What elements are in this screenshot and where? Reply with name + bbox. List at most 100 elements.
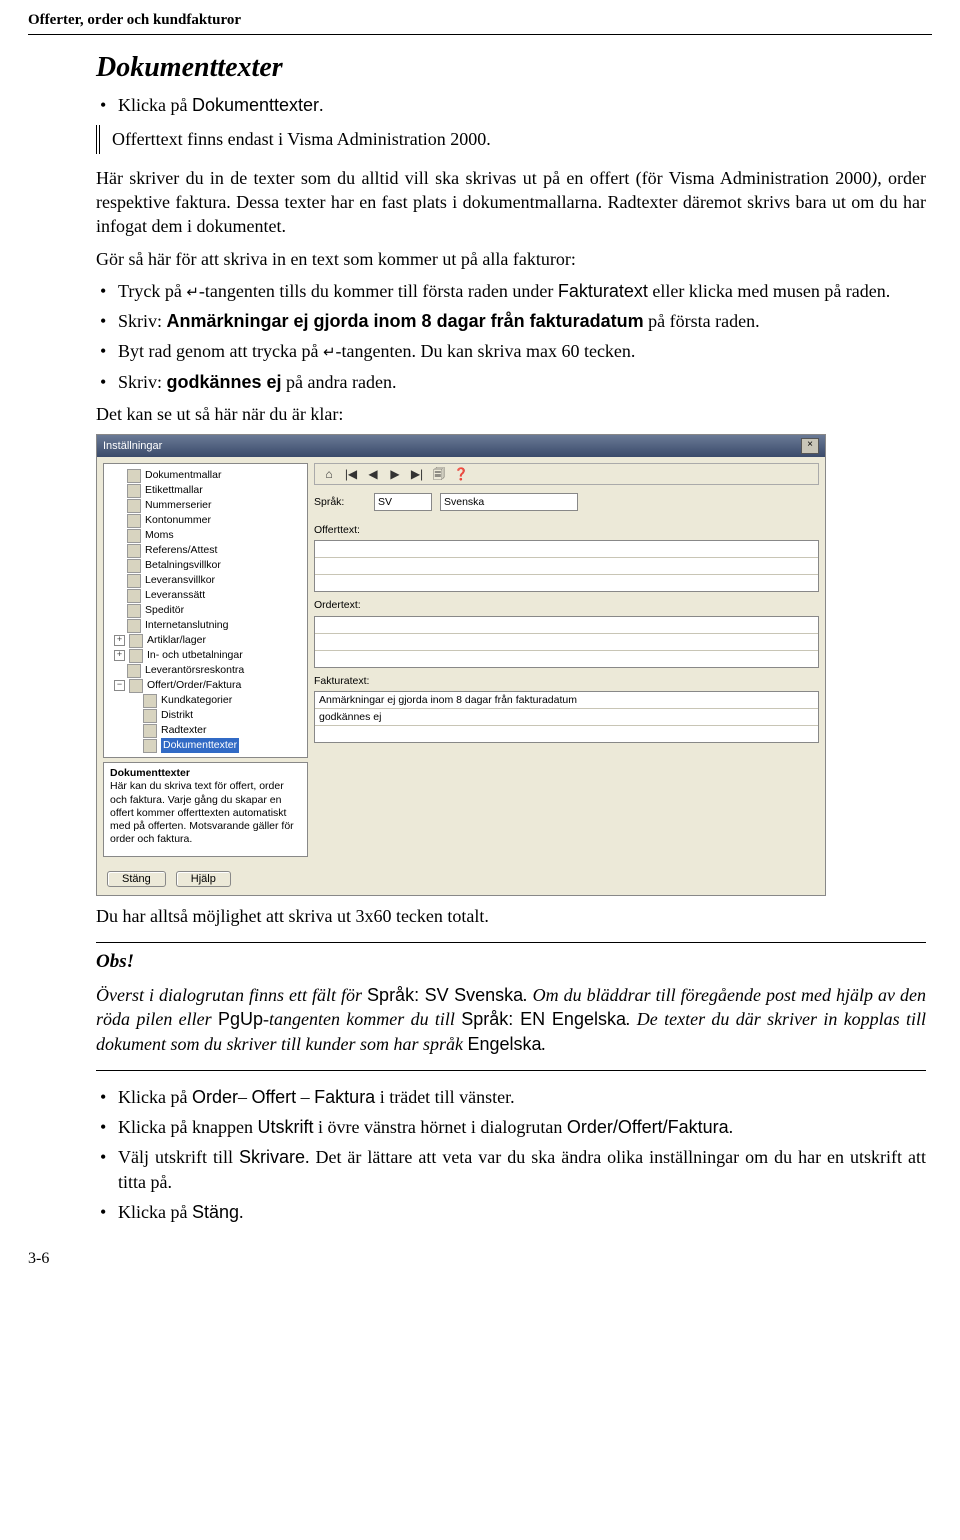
folder-icon <box>129 634 143 648</box>
prev-record-icon[interactable]: ◀ <box>365 467 381 481</box>
fakturatext-row[interactable] <box>315 726 818 742</box>
tree-item[interactable]: −Offert/Order/Faktura <box>108 678 303 693</box>
tree-item[interactable]: Distrikt <box>124 708 303 723</box>
text: Klicka på <box>118 1202 192 1222</box>
fakturatext-row[interactable]: Anmärkningar ej gjorda inom 8 dagar från… <box>315 692 818 709</box>
tree-item[interactable]: Internetanslutning <box>108 618 303 633</box>
help-button[interactable]: Hjälp <box>176 871 231 887</box>
enter-key-icon: ↵ <box>323 344 336 361</box>
language-code-field[interactable]: SV <box>374 493 432 511</box>
page-number: 3-6 <box>28 1248 932 1270</box>
text: i trädet till vänster. <box>375 1087 514 1107</box>
ordertext-field[interactable] <box>314 616 819 668</box>
tree-item[interactable]: Moms <box>108 528 303 543</box>
close-icon[interactable]: × <box>801 438 819 454</box>
ui-text: Språk: SV Svenska <box>367 985 523 1005</box>
ordertext-label: Ordertext: <box>314 598 819 612</box>
ui-text: Skrivare <box>239 1147 305 1167</box>
language-row: Språk: SV Svenska <box>314 493 819 511</box>
tree-item[interactable]: Kundkategorier <box>124 693 303 708</box>
folder-icon <box>127 469 141 483</box>
offerttext-field[interactable] <box>314 540 819 592</box>
folder-icon <box>127 574 141 588</box>
ui-text: Engelska <box>467 1034 541 1054</box>
fakturatext-row[interactable]: godkännes ej <box>315 709 818 726</box>
toolbar: ⌂ |◀ ◀ ▶ ▶| 🗐 ❓ <box>314 463 819 485</box>
callout-text: Offerttext finns endast i Visma Administ… <box>112 129 491 149</box>
ui-text: Order <box>192 1087 238 1107</box>
folder-icon <box>143 694 157 708</box>
obs-paragraph: Överst i dialogrutan finns ett fält för … <box>96 983 926 1056</box>
folder-icon <box>127 619 141 633</box>
obs-heading: Obs! <box>96 949 926 975</box>
tree-item[interactable]: Leveranssätt <box>108 588 303 603</box>
last-record-icon[interactable]: ▶| <box>409 467 425 481</box>
user-input-text: godkännes ej <box>167 372 282 392</box>
tree-item[interactable]: Betalningsvillkor <box>108 558 303 573</box>
language-name-field[interactable]: Svenska <box>440 493 578 511</box>
folder-icon <box>127 559 141 573</box>
step-select-skrivare: Välj utskrift till Skrivare. Det är lätt… <box>96 1145 926 1194</box>
step-new-line: Byt rad genom att trycka på ↵-tangenten.… <box>96 339 926 363</box>
text: . <box>729 1117 734 1137</box>
step-click-stang: Klicka på Stäng. <box>96 1200 926 1224</box>
expand-toggle[interactable]: + <box>114 650 125 661</box>
text: Här skriver du in de texter som du allti… <box>96 168 871 188</box>
help-icon[interactable]: ❓ <box>453 467 469 481</box>
paragraph-total: Du har alltså möjlighet att skriva ut 3x… <box>96 904 926 928</box>
tree-item[interactable]: Leveransvillkor <box>108 573 303 588</box>
step-press-enter: Tryck på ↵-tangenten tills du kommer til… <box>96 279 926 303</box>
expand-toggle[interactable]: + <box>114 635 125 646</box>
text: Överst i dialogrutan finns ett fält för <box>96 985 367 1005</box>
tree-item[interactable]: +Artiklar/lager <box>108 633 303 648</box>
home-icon[interactable]: ⌂ <box>321 467 337 481</box>
copy-icon[interactable]: 🗐 <box>431 467 447 481</box>
section-title: Dokumenttexter <box>96 49 926 87</box>
menu-name: Dokumenttexter <box>192 95 319 115</box>
folder-icon <box>127 484 141 498</box>
tree-item[interactable]: Speditör <box>108 603 303 618</box>
tree-item[interactable]: Radtexter <box>124 723 303 738</box>
fakturatext-field[interactable]: Anmärkningar ej gjorda inom 8 dagar från… <box>314 691 819 743</box>
next-record-icon[interactable]: ▶ <box>387 467 403 481</box>
tree-item-selected[interactable]: Dokumenttexter <box>124 738 303 753</box>
tree-view[interactable]: Dokumentmallar Etikettmallar Nummerserie… <box>103 463 308 758</box>
offerttext-label: Offerttext: <box>314 523 819 537</box>
dialog-title: Inställningar <box>103 439 162 454</box>
paragraph-howto: Gör så här för att skriva in en text som… <box>96 247 926 271</box>
collapse-toggle[interactable]: − <box>114 680 125 691</box>
running-header: Offerter, order och kundfakturor <box>28 0 932 35</box>
dialog-titlebar: Inställningar × <box>97 435 825 457</box>
first-record-icon[interactable]: |◀ <box>343 467 359 481</box>
ui-text: Order/Offert/Faktura <box>567 1117 729 1137</box>
folder-icon <box>143 709 157 723</box>
tree-item[interactable]: +In- och utbetalningar <box>108 648 303 663</box>
text: -tangenten. Du kan skriva max 60 tecken. <box>336 341 636 361</box>
tree-item[interactable]: Dokumentmallar <box>108 468 303 483</box>
text: – <box>296 1087 314 1107</box>
ui-text: Språk: EN Engelska <box>461 1009 626 1029</box>
bullet-click-dokumenttexter: Klicka på Dokumenttexter. <box>96 93 926 117</box>
step-click-tree: Klicka på Order– Offert – Faktura i träd… <box>96 1085 926 1109</box>
text: Klicka på knappen <box>118 1117 257 1137</box>
text: Välj utskrift till <box>118 1147 239 1167</box>
tree-item[interactable]: Leverantörsreskontra <box>108 663 303 678</box>
divider <box>96 1070 926 1071</box>
field-name: Fakturatext <box>558 281 648 301</box>
tree-item[interactable]: Kontonummer <box>108 513 303 528</box>
tree-item[interactable]: Etikettmallar <box>108 483 303 498</box>
language-label: Språk: <box>314 495 366 509</box>
text: . <box>319 95 324 115</box>
step-write-line2: Skriv: godkännes ej på andra raden. <box>96 370 926 394</box>
close-button[interactable]: Stäng <box>107 871 166 887</box>
paragraph-intro: Här skriver du in de texter som du allti… <box>96 166 926 239</box>
text: -tangenten tills du kommer till första r… <box>199 281 558 301</box>
folder-icon <box>129 679 143 693</box>
text: på första raden. <box>644 311 760 331</box>
folder-icon <box>143 724 157 738</box>
fakturatext-label: Fakturatext: <box>314 674 819 688</box>
tree-item[interactable]: Nummerserier <box>108 498 303 513</box>
tree-item[interactable]: Referens/Attest <box>108 543 303 558</box>
text: i övre vänstra hörnet i dialogrutan <box>313 1117 566 1137</box>
text: – <box>238 1087 252 1107</box>
